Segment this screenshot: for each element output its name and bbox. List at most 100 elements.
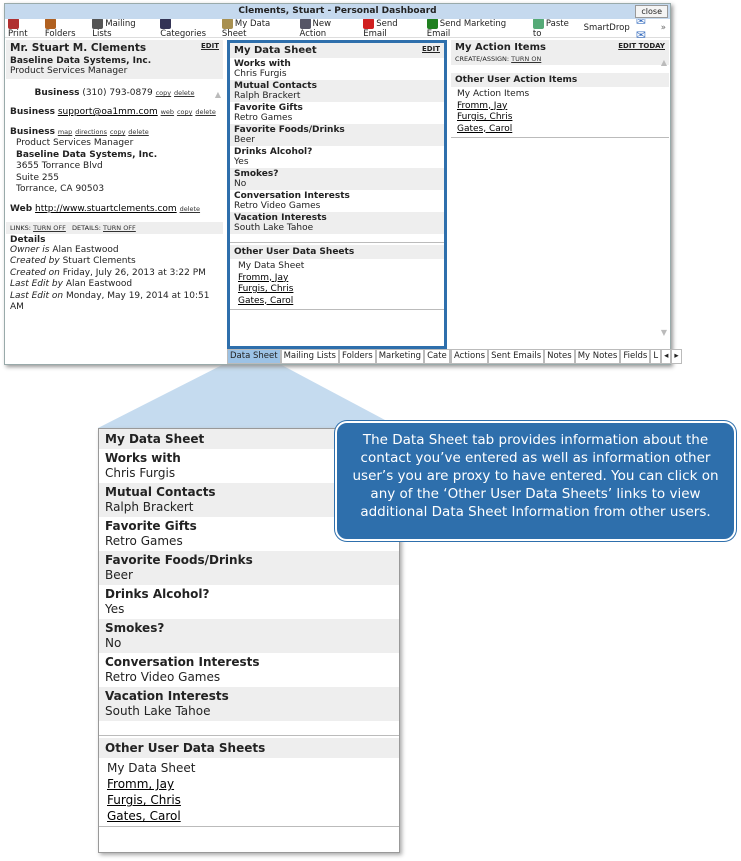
other-data-sheets-list: My Data Sheet Fromm, Jay Furgis, Chris Gate… xyxy=(99,758,399,827)
tab-folders[interactable]: Folders xyxy=(338,349,376,364)
toolbar-send-email-button[interactable]: Send Email xyxy=(363,17,421,39)
window-title: Clements, Stuart - Personal Dashboard xyxy=(238,6,437,16)
tab-marketing[interactable]: Marketing xyxy=(375,349,425,364)
toolbar-paste-to-button[interactable]: Paste to xyxy=(532,17,578,39)
field-label: Favorite Foods/Drinks xyxy=(105,553,253,567)
more-chevron-icon[interactable]: » xyxy=(661,23,666,33)
turn-on-link[interactable]: TURN ON xyxy=(511,55,541,63)
toolbar-new-action-button[interactable]: New Action xyxy=(299,17,358,39)
contact-name: Mr. Stuart M. Clements xyxy=(10,42,147,54)
tab-my-notes[interactable]: My Notes xyxy=(574,349,621,364)
detail-line: Last Edit on Monday, May 19, 2014 at 10:… xyxy=(10,291,219,314)
data-sheet-field: Vacation Interests South Lake Tahoe xyxy=(230,212,444,234)
website-link[interactable]: http://www.stuartclements.com xyxy=(35,204,177,214)
list-icon xyxy=(92,17,104,29)
detail-line: Created by Stuart Clements xyxy=(10,256,219,268)
printer-icon xyxy=(8,17,19,29)
scroll-up-icon[interactable]: ▲ xyxy=(661,58,667,67)
other-action-items-link[interactable]: My Action Items xyxy=(457,89,663,101)
data-sheet-field: Smokes? No xyxy=(99,619,399,653)
scroll-up-icon[interactable]: ▲ xyxy=(215,90,221,99)
field-value: Chris Furgis xyxy=(234,69,287,79)
field-value: Beer xyxy=(234,135,255,145)
address-line: 3655 Torrance Blvd xyxy=(16,161,103,171)
toolbar-smartdrop-button[interactable]: SmartDrop xyxy=(584,23,630,33)
address: Product Services Manager Baseline Data Sy… xyxy=(6,138,223,196)
toolbar-mailing-lists-button[interactable]: Mailing Lists xyxy=(92,17,154,39)
field-label: Vacation Interests xyxy=(105,689,229,703)
links-turn-off[interactable]: TURN OFF xyxy=(33,224,66,232)
tab-actions[interactable]: Actions xyxy=(451,349,489,364)
details-turn-off[interactable]: TURN OFF xyxy=(103,224,136,232)
other-data-sheet-link[interactable]: Furgis, Chris xyxy=(107,792,391,808)
toolbar-categories-button[interactable]: Categories xyxy=(160,17,216,39)
other-action-items-link[interactable]: Fromm, Jay xyxy=(457,101,663,113)
other-data-sheet-link[interactable]: Fromm, Jay xyxy=(107,776,391,792)
field-value: Beer xyxy=(105,568,133,582)
middle-tabs: Data Sheet Mailing Lists Folders Marketing C… xyxy=(227,349,471,364)
callout-bubble: The Data Sheet tab provides information … xyxy=(335,421,736,541)
tab-l[interactable]: L xyxy=(650,349,662,364)
other-data-sheet-link[interactable]: My Data Sheet xyxy=(107,760,391,776)
toolbar-label: Categories xyxy=(160,28,207,39)
tab-scroll-left-icon[interactable]: ◂ xyxy=(661,349,672,364)
edit-contact-link[interactable]: EDIT xyxy=(201,42,219,50)
close-button[interactable]: close xyxy=(635,5,668,18)
company: Baseline Data Systems, Inc. xyxy=(10,56,152,66)
edit-data-sheet-link[interactable]: EDIT xyxy=(422,45,440,53)
toolbar-folders-button[interactable]: Folders xyxy=(44,17,86,39)
tab-sent-emails[interactable]: Sent Emails xyxy=(488,349,545,364)
other-data-sheet-link[interactable]: Furgis, Chris xyxy=(238,284,436,296)
detail-label: Last Edit by xyxy=(10,279,63,289)
other-data-sheets-title: Other User Data Sheets xyxy=(230,245,444,259)
toolbar-print-button[interactable]: Print xyxy=(8,17,39,39)
tab-cate[interactable]: Cate xyxy=(424,349,450,364)
delete-link[interactable]: delete xyxy=(128,128,148,136)
detail-line: Created on Friday, July 26, 2013 at 3:22… xyxy=(10,268,219,280)
other-action-items-link[interactable]: Furgis, Chris xyxy=(457,112,663,124)
edit-today-link[interactable]: EDIT TODAY xyxy=(618,42,665,50)
tab-data-sheet[interactable]: Data Sheet xyxy=(227,349,281,364)
address-line: Torrance, CA 90503 xyxy=(16,184,105,194)
copy-link[interactable]: copy xyxy=(177,108,193,116)
directions-link[interactable]: directions xyxy=(75,128,107,136)
map-link[interactable]: map xyxy=(58,128,72,136)
tab-fields[interactable]: Fields xyxy=(620,349,651,364)
toolbar: Print Folders Mailing Lists Categories My Da… xyxy=(5,14,670,42)
field-label: Conversation Interests xyxy=(234,191,350,201)
toolbar-send-marketing-email-button[interactable]: Send Marketing Email xyxy=(426,17,527,39)
detail-label: Created by xyxy=(10,256,60,266)
details-heading: Details xyxy=(10,234,46,245)
field-value: No xyxy=(234,179,247,189)
other-action-items-link[interactable]: Gates, Carol xyxy=(457,124,663,136)
detail-line: Last Edit by Alan Eastwood xyxy=(10,279,219,291)
toolbar-my-data-sheet-button[interactable]: My Data Sheet xyxy=(221,17,294,39)
other-data-sheet-link[interactable]: Gates, Carol xyxy=(238,296,436,308)
data-sheet-field: Vacation Interests South Lake Tahoe xyxy=(99,687,399,721)
detail-label: Last Edit on xyxy=(10,290,64,301)
tab-notes[interactable]: Notes xyxy=(544,349,575,364)
field-value: Ralph Brackert xyxy=(234,91,301,101)
details-label: DETAILS: xyxy=(72,223,101,232)
other-data-sheet-link[interactable]: Fromm, Jay xyxy=(238,273,436,285)
other-data-sheet-link[interactable]: Gates, Carol xyxy=(107,808,391,824)
delete-link[interactable]: delete xyxy=(180,205,200,213)
other-data-sheet-link[interactable]: My Data Sheet xyxy=(238,261,436,273)
scroll-down-icon[interactable]: ▼ xyxy=(661,328,667,337)
field-label: Smokes? xyxy=(105,621,165,635)
field-label: Favorite Foods/Drinks xyxy=(234,125,345,135)
email-link[interactable]: support@oa1mm.com xyxy=(58,107,158,117)
field-label: Smokes? xyxy=(234,169,279,179)
web-label: Web xyxy=(10,203,33,214)
data-sheet-field: Mutual Contacts Ralph Brackert xyxy=(230,80,444,102)
tab-scroll-right-icon[interactable]: ▸ xyxy=(671,349,682,364)
web-link[interactable]: web xyxy=(161,108,174,116)
field-value: Retro Video Games xyxy=(234,201,321,211)
address-label: Business xyxy=(10,127,55,137)
copy-link[interactable]: copy xyxy=(156,89,172,97)
delete-link[interactable]: delete xyxy=(195,108,215,116)
divider xyxy=(230,242,444,243)
copy-link[interactable]: copy xyxy=(110,128,126,136)
tab-mailing-lists[interactable]: Mailing Lists xyxy=(280,349,339,364)
delete-link[interactable]: delete xyxy=(174,89,194,97)
